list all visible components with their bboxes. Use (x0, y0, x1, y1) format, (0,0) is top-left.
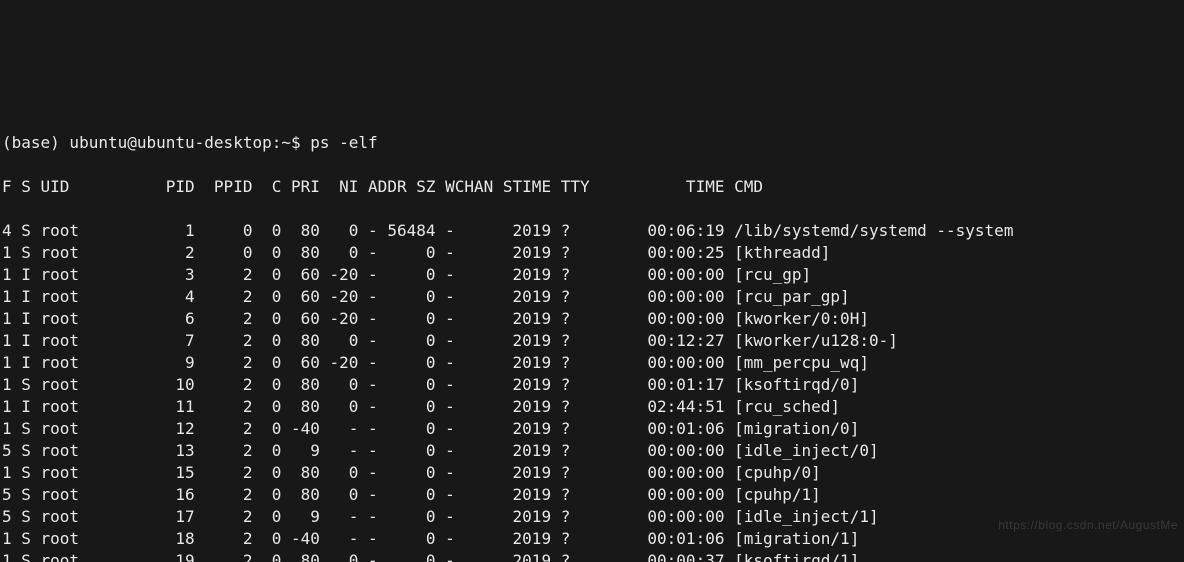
ps-rows: 4 S root 1 0 0 80 0 - 56484 - 2019 ? 00:… (2, 221, 1013, 562)
ps-header-row: F S UID PID PPID C PRI NI ADDR SZ WCHAN … (2, 177, 763, 196)
watermark-text: https://blog.csdn.net/AugustMe (998, 514, 1178, 536)
terminal-output[interactable]: (base) ubuntu@ubuntu-desktop:~$ ps -elf … (0, 110, 1184, 562)
prompt-line: (base) ubuntu@ubuntu-desktop:~$ ps -elf (2, 133, 378, 152)
